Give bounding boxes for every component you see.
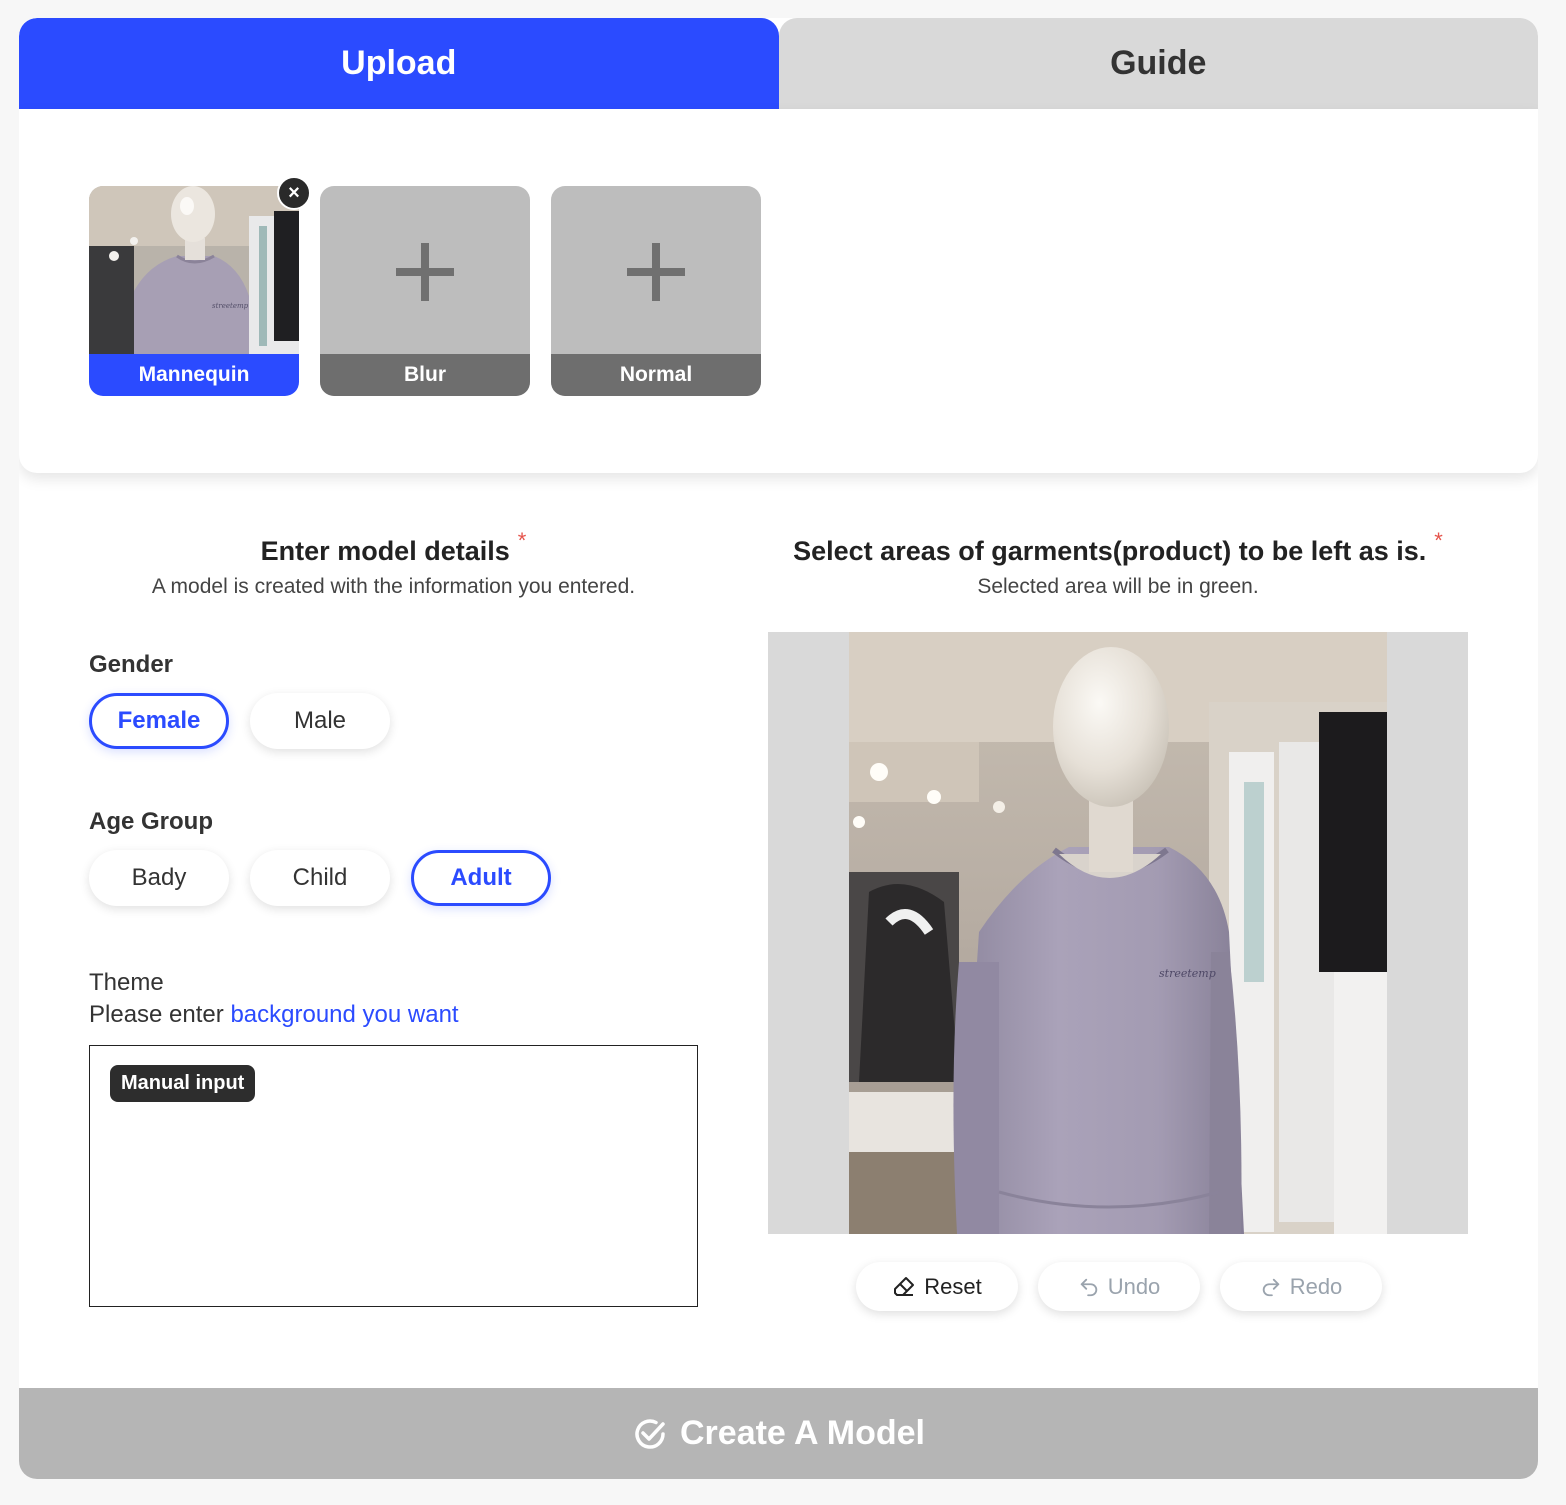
undo-label: Undo	[1107, 1273, 1161, 1299]
create-model-button[interactable]: Create A Model	[19, 1388, 1538, 1479]
check-circle-icon	[635, 1418, 665, 1449]
selection-title: Select areas of garments(product) to be …	[768, 528, 1468, 567]
svg-text:streetemp: streetemp	[1159, 967, 1216, 980]
theme-input-box[interactable]: Manual input	[89, 1045, 698, 1307]
create-model-label: Create A Model	[680, 1414, 925, 1452]
age-child-button[interactable]: Child	[250, 850, 390, 906]
app-panel: Upload Guide streetemp Mannequin × Blur …	[19, 18, 1538, 1479]
age-group-label: Age Group	[89, 808, 213, 835]
close-icon: ×	[288, 181, 300, 204]
gender-female-button[interactable]: Female	[89, 693, 229, 749]
slot-label: Blur	[320, 354, 530, 396]
upload-card: streetemp Mannequin × Blur Normal	[19, 109, 1538, 473]
gender-label: Gender	[89, 651, 174, 678]
undo-button[interactable]: Undo	[1038, 1262, 1200, 1311]
plus-icon	[396, 243, 454, 301]
plus-icon	[627, 243, 685, 301]
upload-slot-blur[interactable]: Blur	[320, 186, 530, 396]
reset-button[interactable]: Reset	[856, 1262, 1018, 1311]
slot-label: Normal	[551, 354, 761, 396]
selection-title-text: Select areas of garments(product) to be …	[793, 536, 1427, 566]
upload-slot-mannequin[interactable]: streetemp Mannequin ×	[89, 176, 311, 396]
upload-slot-normal[interactable]: Normal	[551, 186, 761, 396]
svg-text:streetemp: streetemp	[212, 302, 249, 310]
undo-icon	[1080, 1278, 1097, 1296]
tab-bar: Upload Guide	[19, 18, 1538, 109]
slot-inner: Blur	[320, 186, 530, 396]
remove-image-button[interactable]: ×	[277, 176, 311, 210]
slot-inner: streetemp Mannequin	[89, 186, 299, 396]
model-details-subtitle: A model is created with the information …	[151, 575, 636, 598]
model-details-title: Enter model details *	[89, 528, 698, 567]
age-bady-button[interactable]: Bady	[89, 850, 229, 906]
gender-male-button[interactable]: Male	[250, 693, 390, 749]
required-mark: *	[517, 528, 527, 553]
redo-icon	[1262, 1278, 1279, 1296]
selection-subtitle: Selected area will be in green.	[977, 575, 1259, 598]
mannequin-photo: streetemp	[849, 632, 1387, 1234]
redo-label: Redo	[1289, 1273, 1343, 1299]
theme-prompt: Please enter background you want	[89, 1001, 459, 1029]
slot-label: Mannequin	[89, 354, 299, 396]
theme-background-link[interactable]: background you want	[230, 1001, 458, 1028]
redo-button[interactable]: Redo	[1220, 1262, 1382, 1311]
garment-photo[interactable]: streetemp	[849, 632, 1387, 1234]
garment-canvas: streetemp	[768, 632, 1468, 1234]
required-mark: *	[1434, 528, 1443, 553]
theme-prompt-text: Please enter	[89, 1001, 224, 1028]
tab-upload[interactable]: Upload	[19, 18, 779, 109]
theme-label: Theme	[89, 969, 164, 996]
model-details-title-text: Enter model details	[260, 536, 510, 566]
tab-guide[interactable]: Guide	[778, 18, 1538, 109]
slot-inner: Normal	[551, 186, 761, 396]
reset-label: Reset	[924, 1273, 982, 1299]
manual-input-chip[interactable]: Manual input	[110, 1065, 256, 1102]
mannequin-thumbnail: streetemp	[89, 186, 299, 354]
age-adult-button[interactable]: Adult	[411, 850, 551, 906]
eraser-icon	[894, 1276, 915, 1296]
